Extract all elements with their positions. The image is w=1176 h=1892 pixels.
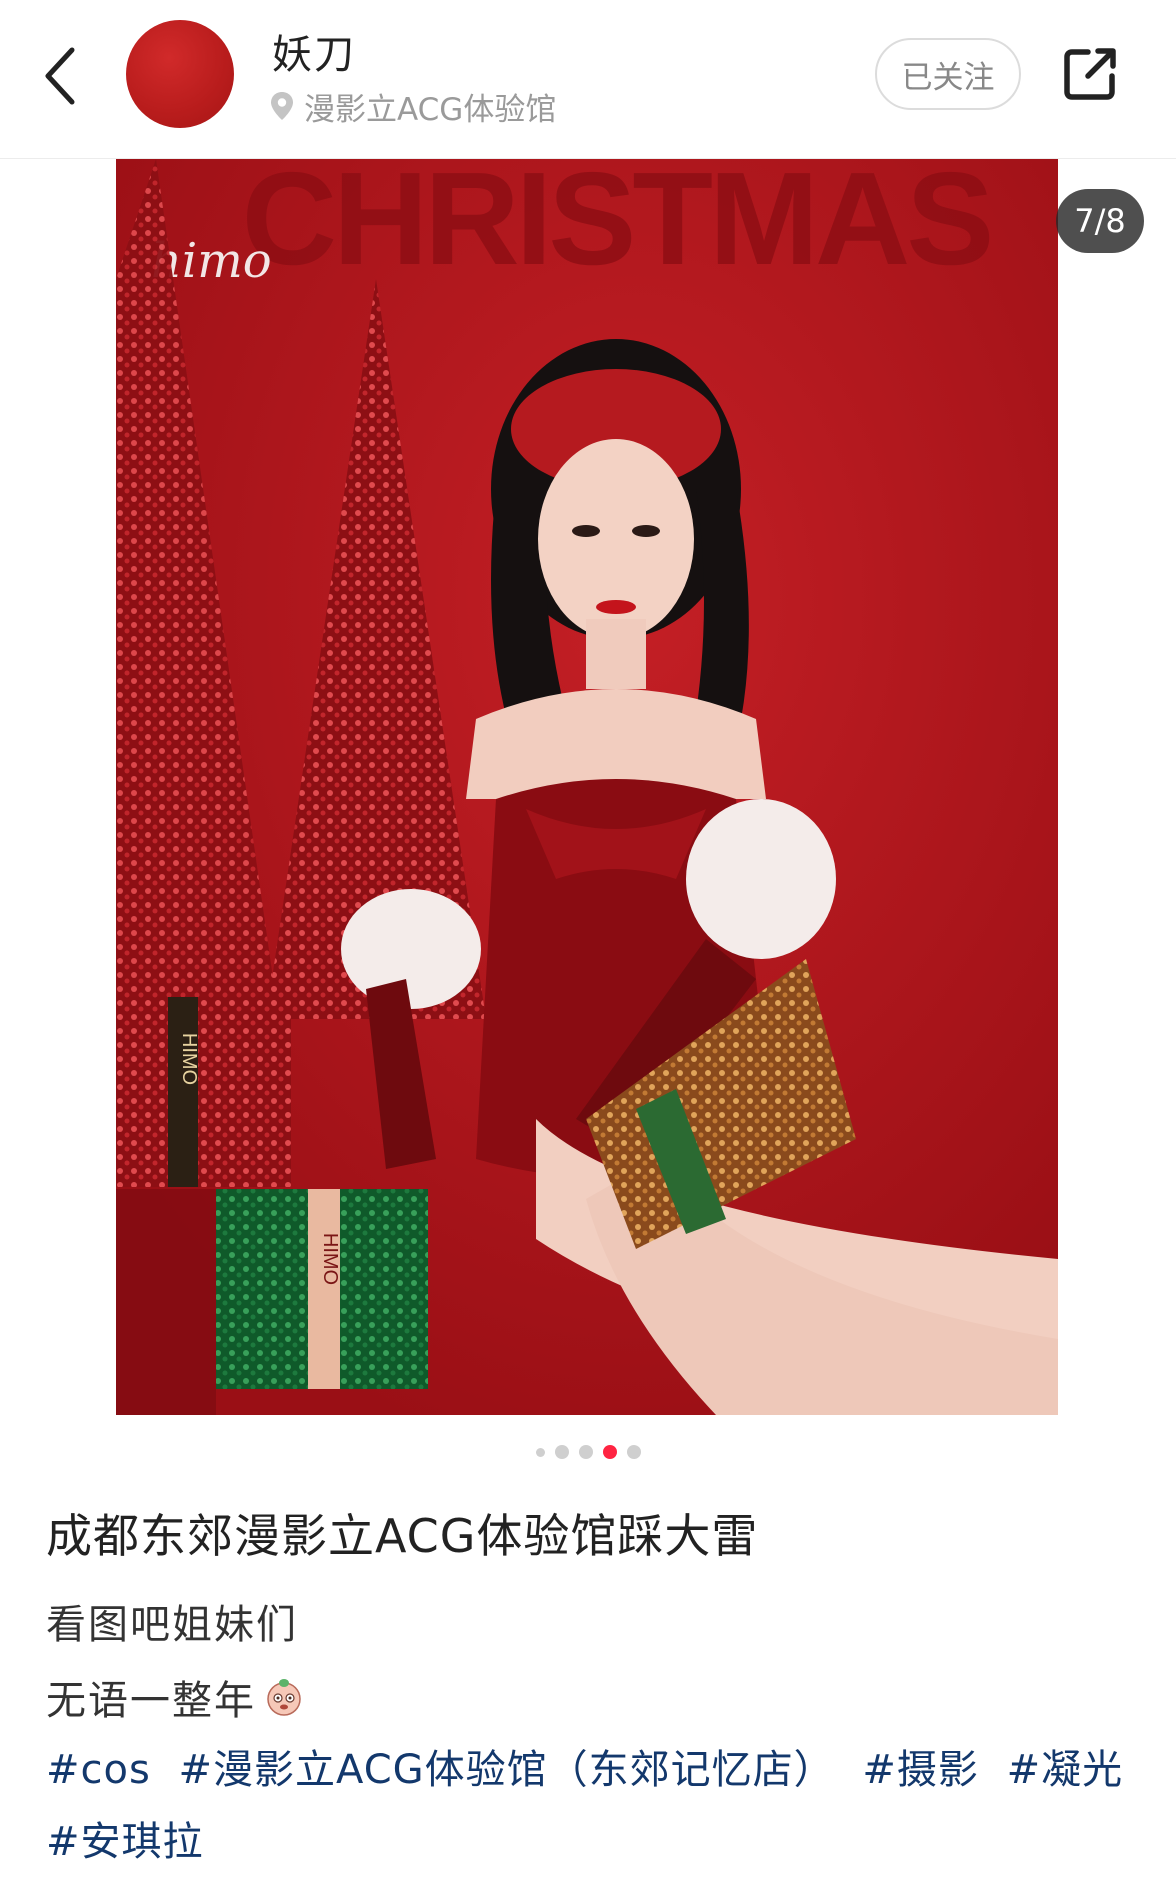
hashtag-list: #cos #漫影立ACG体验馆（东郊记忆店） #摄影 #凝光 #安琪拉	[46, 1734, 1146, 1878]
location-pin-icon	[271, 92, 293, 120]
avatar[interactable]	[126, 20, 234, 128]
post-body-text: 无语一整年	[46, 1678, 256, 1724]
photo-box-text-red: HIMO	[178, 1033, 200, 1085]
follow-button[interactable]: 已关注	[875, 38, 1021, 110]
speechless-face-emoji-icon	[267, 1679, 301, 1716]
author-name[interactable]: 妖刀	[272, 22, 356, 80]
photo-christmas-text: CHRISTMAS	[242, 159, 991, 292]
carousel-dot	[554, 1445, 569, 1459]
photo-carousel[interactable]: CHRISTMAS himo HIMO HIMO 7/8	[0, 159, 1176, 1415]
post-photo[interactable]: CHRISTMAS himo HIMO HIMO	[116, 159, 1058, 1415]
post-body-line: 看图吧姐妹们	[46, 1602, 298, 1648]
back-button[interactable]	[36, 36, 84, 116]
carousel-indicator	[0, 1444, 1176, 1460]
post-detail-page: 妖刀 漫影立ACG体验馆 已关注 CHRISTMAS himo HIMO HIM…	[0, 0, 1176, 1892]
hashtag-location[interactable]: #漫影立ACG体验馆（东郊记忆店）	[179, 1747, 835, 1793]
hashtag-photography[interactable]: #摄影	[862, 1747, 979, 1793]
image-counter: 7/8	[1056, 189, 1144, 253]
post-body-line-with-emoji: 无语一整年	[46, 1668, 304, 1726]
carousel-dot-active	[602, 1445, 617, 1459]
post-title: 成都东郊漫影立ACG体验馆踩大雷	[46, 1509, 759, 1563]
hashtag-ningguang[interactable]: #凝光	[1007, 1747, 1124, 1793]
location-link[interactable]: 漫影立ACG体验馆	[270, 84, 556, 128]
carousel-dot	[626, 1445, 641, 1459]
post-header: 妖刀 漫影立ACG体验馆 已关注	[0, 0, 1176, 159]
hashtag-angela[interactable]: #安琪拉	[46, 1819, 204, 1865]
photo-illustration: CHRISTMAS himo HIMO HIMO	[116, 159, 1058, 1415]
chevron-left-icon	[45, 47, 75, 105]
carousel-dot	[578, 1445, 593, 1459]
hashtag-cos[interactable]: #cos	[46, 1747, 151, 1793]
carousel-dot	[535, 1447, 545, 1457]
share-button[interactable]	[1058, 42, 1122, 106]
photo-box-text-green: HIMO	[319, 1233, 341, 1285]
location-label: 漫影立ACG体验馆	[304, 91, 557, 128]
share-icon	[1064, 48, 1116, 100]
